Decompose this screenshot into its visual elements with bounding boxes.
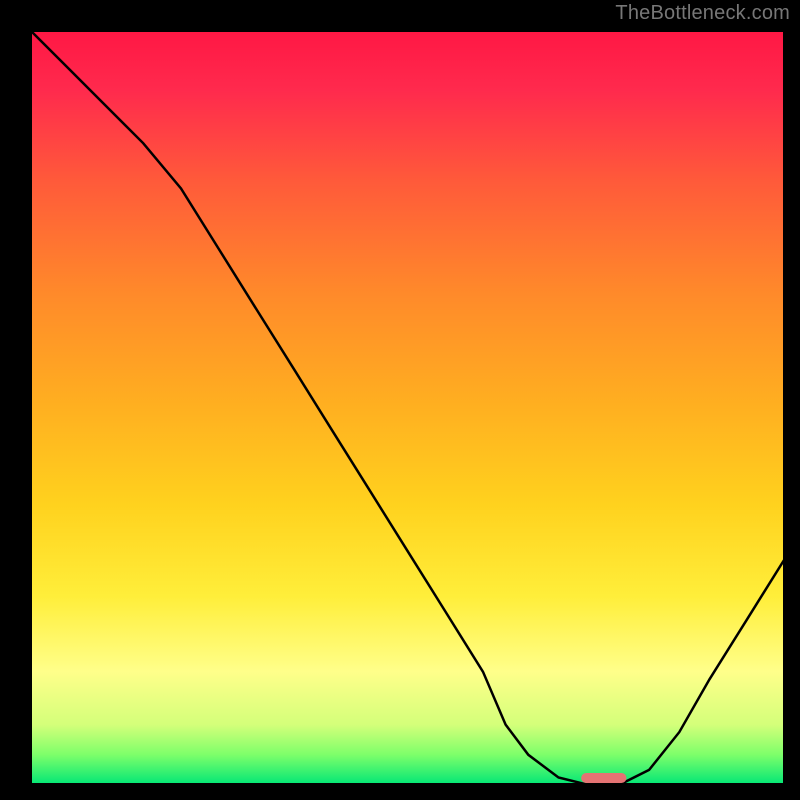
- minimum-marker: [581, 773, 626, 783]
- chart-frame: TheBottleneck.com: [0, 0, 800, 800]
- mask-bottom: [0, 785, 800, 800]
- mask-left: [0, 0, 30, 800]
- bottleneck-curve-chart: [0, 0, 800, 800]
- mask-right: [785, 0, 800, 800]
- attribution-text: TheBottleneck.com: [615, 2, 790, 25]
